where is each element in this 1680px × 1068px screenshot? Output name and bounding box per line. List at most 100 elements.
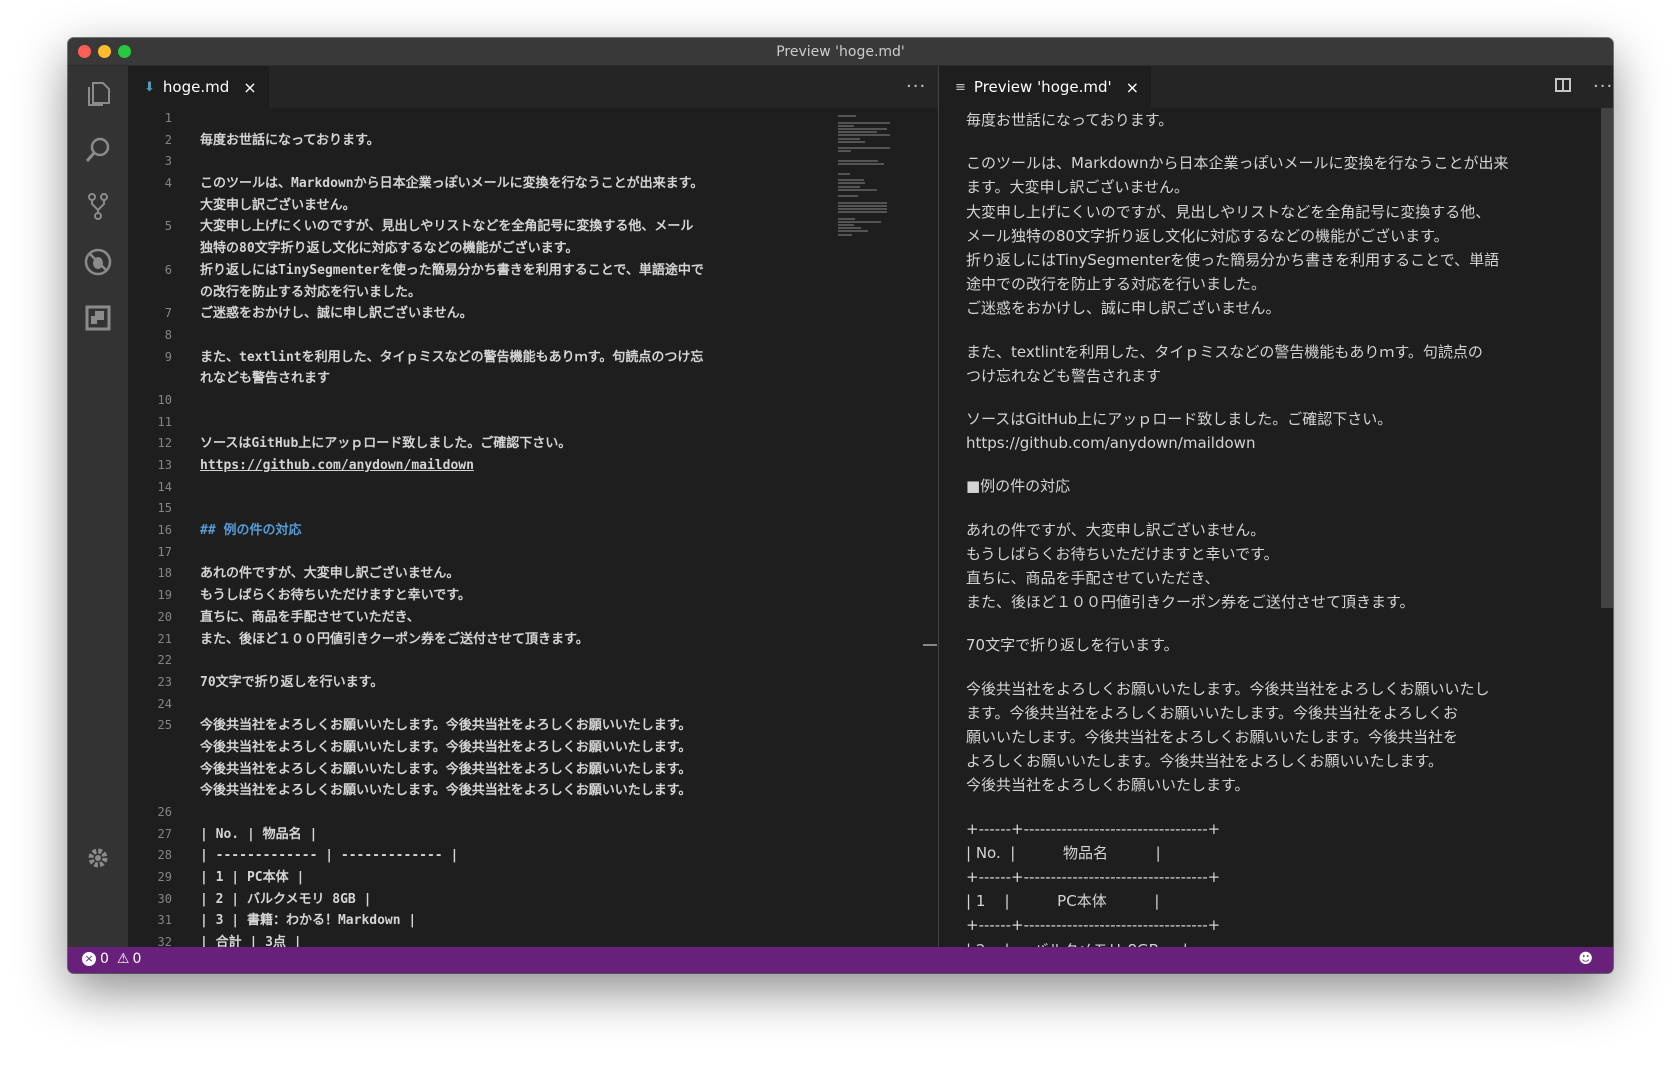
line-text: 今後共当社をよろしくお願いいたします。今後共当社をよろしくお願いいたします。 [200,761,692,777]
line-text: また、textlintを利用した、タイｐミスなどの警告機能もありｍす。句読点のつ… [200,349,704,365]
minimap-line [838,147,890,150]
minimap-line [838,124,854,127]
line-number: 16 [157,523,172,538]
line-text[interactable]: https://github.com/anydown/maildown [200,455,474,477]
search-icon[interactable] [82,134,114,166]
extensions-icon[interactable] [82,302,114,334]
code-line[interactable]: 12 ソースはGitHub上にアッｐロード致しました。ご確認下さい。 [128,433,938,455]
minimap-line [838,217,855,220]
code-line[interactable]: 8 [128,325,938,347]
code-line[interactable]: 9 また、textlintを利用した、タイｐミスなどの警告機能もありｍす。句読点の… [128,347,938,369]
code-line[interactable]: 11 [128,412,938,434]
tab-hoge-md[interactable]: ⬇ hoge.md × [128,66,269,108]
code-line[interactable]: 3 [128,151,938,173]
tab-preview-hoge-md[interactable]: ≡ Preview 'hoge.md' × [939,66,1152,108]
line-text: 今後共当社をよろしくお願いいたします。今後共当社をよろしくお願いいたします。 [200,718,692,734]
code-line[interactable]: 27 | No. | 物品名 | [128,824,938,846]
line-text: ソースはGitHub上にアッｐロード致しました。ご確認下さい。 [200,436,572,452]
code-line[interactable]: 23 70文字で折り返しを行います。 [128,672,938,694]
source-control-icon[interactable] [82,190,114,222]
line-text: もうしばらくお待ちいただけますと幸いです。 [200,588,471,604]
code-line[interactable]: 10 [128,390,938,412]
problems-indicator[interactable]: × 0 ⚠ 0 [82,951,141,967]
code-line[interactable]: 7 ご迷惑をおかけし、誠に申し訳ございません。 [128,303,938,325]
code-line[interactable]: 6 折り返しにはTinySegmenterを使った簡易分かち書きを利用することで、… [128,260,938,282]
line-text: あれの件ですが、大変申し訳ございません。 [200,566,460,582]
code-line[interactable]: 26 [128,802,938,824]
line-text: ## 例の件の対応 [200,523,302,539]
minimap-line [838,227,862,230]
more-actions-icon[interactable]: ··· [906,76,926,97]
code-line[interactable]: 25 今後共当社をよろしくお願いいたします。今後共当社をよろしくお願いいたします。 [128,715,938,737]
code-line[interactable]: 5 大変申し上げにくいのですが、見出しやリストなどを全角記号に変換する他、メール [128,216,938,238]
status-bar: × 0 ⚠ 0 ☻ [68,947,1613,973]
code-line[interactable]: 30 | 2 | バルクメモリ 8GB | [128,889,938,911]
code-line[interactable]: 今後共当社をよろしくお願いいたします。今後共当社をよろしくお願いいたします。 [128,759,938,781]
line-text: | 2 | バルクメモリ 8GB | [200,891,372,907]
line-number: 12 [157,436,172,451]
code-line[interactable]: 14 [128,477,938,499]
code-line[interactable]: れなども警告されます [128,368,938,390]
right-tab-bar: ≡ Preview 'hoge.md' × ··· [939,66,1613,108]
minimap-line [838,188,877,191]
line-number: 28 [157,848,172,863]
code-line[interactable]: 32 | 合計 | 3点 | [128,932,938,947]
debug-icon[interactable] [82,246,114,278]
preview-scrollbar[interactable] [1601,108,1613,608]
minimap-line [838,201,888,204]
line-number: 21 [157,631,172,646]
code-line[interactable]: 18 あれの件ですが、大変申し訳ございません。 [128,563,938,585]
code-line[interactable]: 17 [128,542,938,564]
minimap-line [838,208,888,210]
code-line[interactable]: 13 https://github.com/anydown/maildown [128,455,938,477]
feedback-smiley-icon[interactable]: ☻ [1578,951,1593,967]
line-number: 27 [157,826,172,841]
line-number: 18 [157,566,172,581]
split-editor-icon[interactable] [1555,78,1571,92]
line-number: 26 [157,805,172,819]
code-line[interactable]: 16 ## 例の件の対応 [128,520,938,542]
code-line[interactable]: 19 もうしばらくお待ちいただけますと幸いです。 [128,585,938,607]
line-number: 22 [157,653,172,668]
code-line[interactable]: 22 [128,650,938,672]
code-line[interactable]: 20 直ちに、商品を手配させていただき、 [128,607,938,629]
code-line[interactable]: 独特の80文字折り返し文化に対応するなどの機能がございます。 [128,238,938,260]
markdown-preview: 毎度お世話になっております。 このツールは、Markdownから日本企業っぽいメー… [966,108,1593,947]
code-line[interactable]: 大変申し訳ございません。 [128,195,938,217]
minimap[interactable] [838,108,918,308]
close-icon[interactable]: × [1126,78,1139,97]
code-line[interactable]: 4 このツールは、Markdownから日本企業っぽいメールに変換を行なうことが出来… [128,173,938,195]
preview-paragraph: 今後共当社をよろしくお願いいたします。今後共当社をよろしくお願いいたし ます。今… [966,679,1490,795]
code-line[interactable]: 31 | 3 | 書籍：わかる！Markdown | [128,910,938,932]
line-text: の改行を防止する対応を行いました。 [200,284,422,300]
code-line[interactable]: 今後共当社をよろしくお願いいたします。今後共当社をよろしくお願いいたします。 [128,737,938,759]
line-number: 30 [157,891,172,906]
close-icon[interactable]: × [243,78,256,97]
code-line[interactable]: 28 | ------------- | ------------- | [128,845,938,867]
line-text: また、後ほど１００円値引きクーポン券をご送付させて頂きます。 [200,631,589,647]
preview-paragraph: 70文字で折り返しを行います。 [966,636,1179,655]
code-line[interactable]: 2 毎度お世話になっております。 [128,130,938,152]
line-number: 3 [164,154,172,169]
line-text: | 1 | PC本体 | [200,870,305,886]
line-text: | 3 | 書籍：わかる！Markdown | [200,913,417,929]
line-number: 6 [164,262,172,277]
code-line[interactable]: 今後共当社をよろしくお願いいたします。今後共当社をよろしくお願いいたします。 [128,780,938,802]
code-line[interactable]: 15 [128,498,938,520]
code-line[interactable]: 21 また、後ほど１００円値引きクーポン券をご送付させて頂きます。 [128,629,938,651]
code-line[interactable]: 24 [128,694,938,716]
more-actions-icon[interactable]: ··· [1593,76,1613,97]
minimap-line [838,121,890,124]
line-text: | 合計 | 3点 | [200,935,302,947]
files-icon[interactable] [82,78,114,110]
markdown-editor[interactable]: ⬇ hoge.md × ··· 1 2 毎度お世話になっております。 3 4 このツールは… [128,66,939,947]
code-area[interactable]: 1 2 毎度お世話になっております。 3 4 このツールは、Markdownから日本企業っ… [128,108,938,947]
line-number: 15 [157,501,172,516]
line-number: 19 [157,588,172,603]
line-number: 11 [157,414,172,429]
minimap-line [838,224,854,226]
code-line[interactable]: 1 [128,108,938,130]
code-line[interactable]: 29 | 1 | PC本体 | [128,867,938,889]
code-line[interactable]: の改行を防止する対応を行いました。 [128,282,938,304]
gear-icon[interactable] [82,842,114,874]
